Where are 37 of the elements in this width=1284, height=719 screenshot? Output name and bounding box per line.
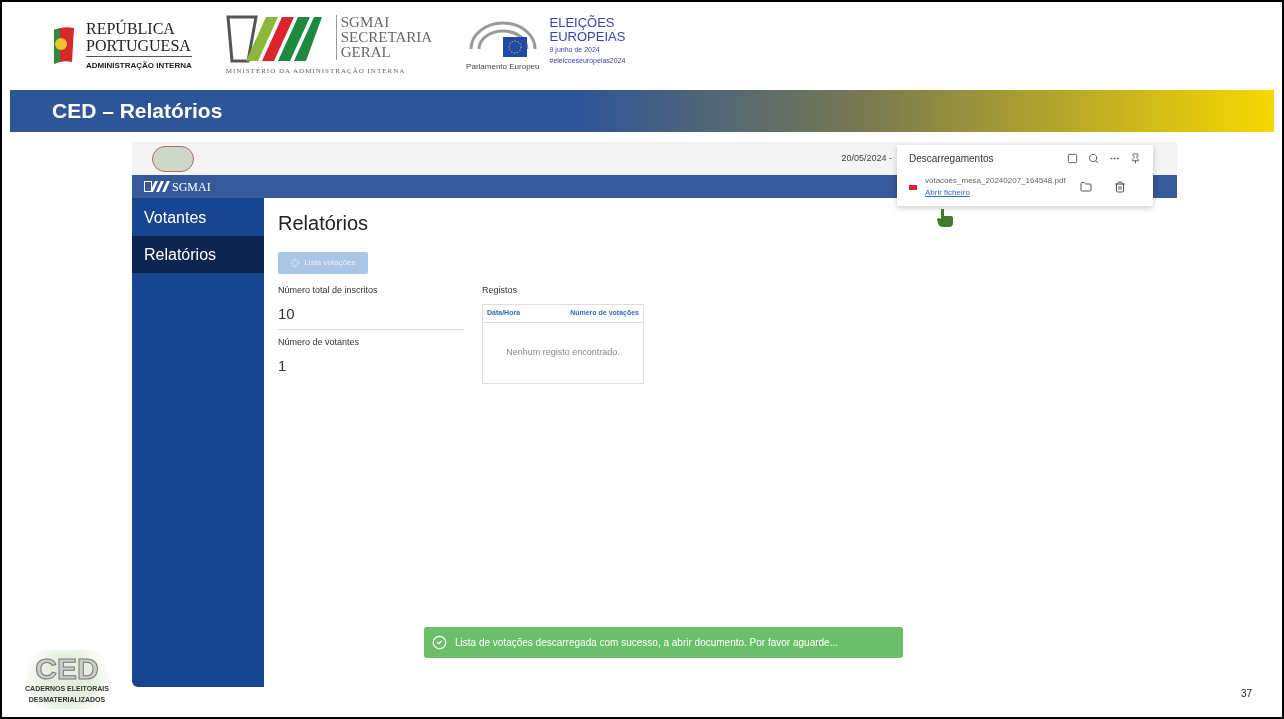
toast-message: Lista de votações descarregada com sucesso, a abrir documento. Por favor aguarde...: [455, 636, 838, 650]
logo-text: PORTUGUESA: [86, 37, 192, 57]
sidebar-item[interactable]: Votantes: [132, 199, 264, 236]
sidebar-item[interactable]: Relatórios: [132, 236, 264, 273]
logo-text: EUROPEIAS: [549, 30, 626, 44]
stat-value: 10: [278, 303, 296, 324]
date-text: 20/05/2024 -: [841, 151, 892, 165]
check-icon: [432, 635, 447, 650]
panel-title: Descarregamentos: [909, 152, 994, 166]
page-title: Relatórios: [278, 211, 369, 236]
search-icon[interactable]: [1088, 153, 1099, 164]
stat-label: Número de votantes: [278, 336, 361, 349]
stat-label: Número total de inscritos: [278, 284, 379, 297]
logo-caption: Parlamento Europeu: [466, 61, 540, 73]
trash-icon[interactable]: [1113, 181, 1126, 193]
open-file-link[interactable]: Abrir ficheiro: [925, 187, 970, 199]
logo-subtitle: ADMINISTRAÇÃO INTERNA: [86, 60, 192, 72]
hand-cursor-icon: [936, 208, 954, 228]
logo-text: SGMAI: [340, 15, 391, 31]
records-title: Registos: [482, 284, 518, 297]
file-name: votacoes_mesa_20240207_164548.pdf: [925, 175, 1066, 187]
spinner-icon: [290, 258, 301, 268]
brand-name: SGMAI: [172, 178, 211, 196]
empty-message: Nenhum registo encontrado.: [506, 345, 620, 359]
logo-text: ELEIÇÕES: [549, 16, 616, 30]
logo-letters: CED: [35, 654, 99, 684]
folder-icon[interactable]: [1079, 181, 1092, 193]
slide-title: CED – Relatórios: [52, 98, 223, 125]
logo-text: SECRETARIA: [340, 30, 433, 46]
square-icon[interactable]: [1067, 153, 1078, 164]
logo-text: REPÚBLICA: [86, 20, 176, 37]
stat-value: 1: [278, 355, 288, 376]
pdf-icon: [909, 184, 917, 190]
pin-icon[interactable]: [1130, 153, 1141, 164]
logo-text: GERAL: [340, 45, 392, 61]
brand-logo-icon: [144, 181, 170, 192]
page-number: 37: [1240, 687, 1252, 701]
